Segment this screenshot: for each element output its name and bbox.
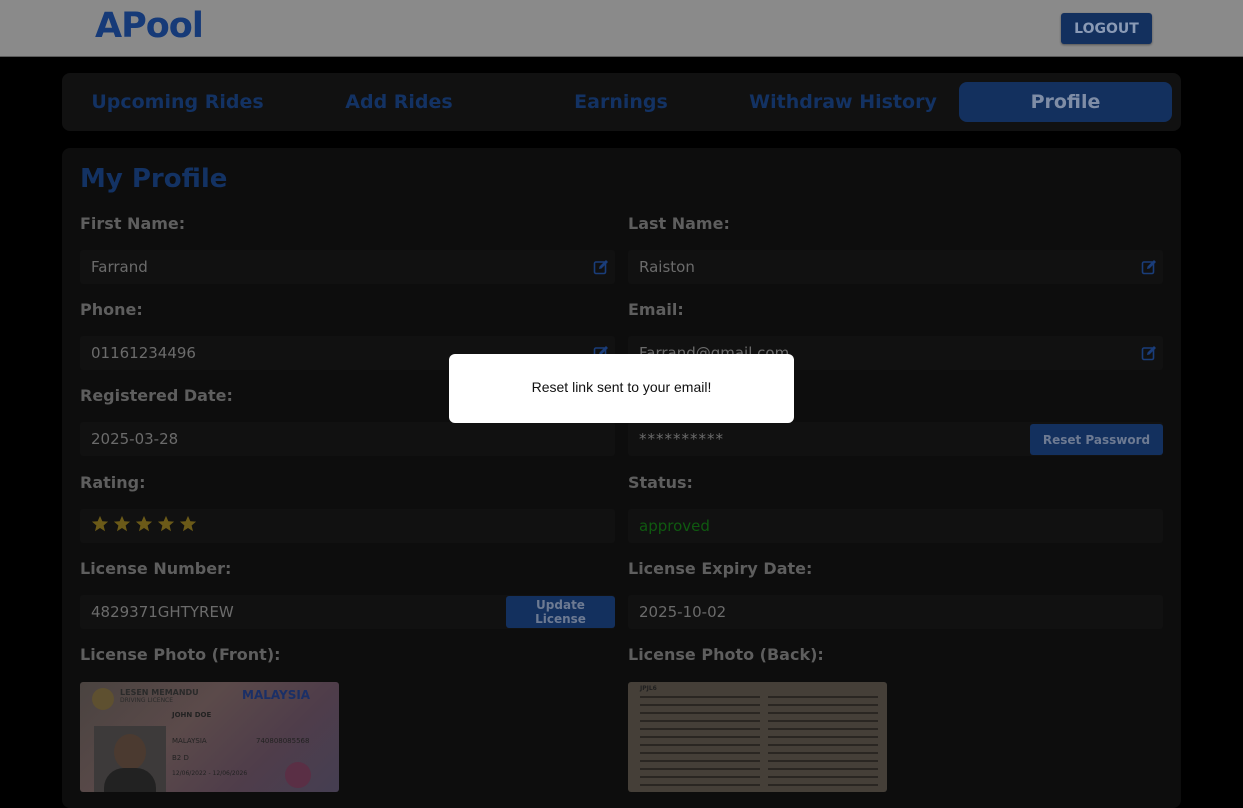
- license-country-text: MALAYSIA: [242, 688, 311, 702]
- status-value: approved: [639, 517, 710, 535]
- edit-icon[interactable]: [593, 259, 609, 275]
- page-title: My Profile: [80, 164, 228, 194]
- nav-tabs: Upcoming Rides Add Rides Earnings Withdr…: [62, 73, 1181, 131]
- status-label: Status:: [628, 473, 693, 492]
- first-name-value: Farrand: [91, 258, 148, 276]
- first-name-field[interactable]: Farrand: [80, 250, 615, 284]
- logout-button[interactable]: LOGOUT: [1061, 13, 1152, 44]
- flower-icon: [285, 762, 311, 788]
- modal-message: Reset link sent to your email!: [531, 379, 712, 395]
- edit-icon[interactable]: [1141, 345, 1157, 361]
- last-name-label: Last Name:: [628, 214, 730, 233]
- top-header: APool LOGOUT: [0, 0, 1243, 57]
- license-number-label: License Number:: [80, 559, 232, 578]
- tab-upcoming-rides[interactable]: Upcoming Rides: [62, 82, 293, 122]
- app-logo[interactable]: APool: [95, 6, 204, 46]
- crest-icon: [92, 688, 114, 710]
- last-name-value: Raiston: [639, 258, 695, 276]
- license-expiry-label: License Expiry Date:: [628, 559, 813, 578]
- license-class: B2 D: [172, 754, 189, 762]
- star-icon: [91, 515, 109, 532]
- star-icon: [135, 515, 153, 532]
- password-value: **********: [639, 430, 724, 448]
- license-id-number: 740808085568: [256, 737, 310, 745]
- last-name-field[interactable]: Raiston: [628, 250, 1163, 284]
- phone-label: Phone:: [80, 300, 143, 319]
- rating-label: Rating:: [80, 473, 146, 492]
- tab-add-rides[interactable]: Add Rides: [293, 82, 505, 122]
- license-holder-name: JOHN DOE: [172, 711, 212, 719]
- rating-stars: [91, 515, 197, 533]
- license-expiry-value: 2025-10-02: [639, 603, 727, 621]
- star-icon: [113, 515, 131, 532]
- license-back-photo[interactable]: JPJL6: [628, 682, 887, 792]
- status-field: approved: [628, 509, 1163, 543]
- notification-modal[interactable]: Reset link sent to your email!: [449, 354, 794, 423]
- phone-value: 01161234496: [91, 344, 196, 362]
- first-name-label: First Name:: [80, 214, 186, 233]
- registered-date-field: 2025-03-28: [80, 422, 615, 456]
- license-subheader-text: DRIVING LICENCE: [120, 697, 174, 704]
- license-front-label: License Photo (Front):: [80, 645, 281, 664]
- license-back-label: License Photo (Back):: [628, 645, 824, 664]
- license-expiry-field: 2025-10-02: [628, 595, 1163, 629]
- registered-date-value: 2025-03-28: [91, 430, 179, 448]
- license-validity: 12/06/2022 - 12/06/2026: [172, 770, 248, 777]
- edit-icon[interactable]: [1141, 259, 1157, 275]
- reset-password-button[interactable]: Reset Password: [1030, 424, 1163, 455]
- license-holder-photo: [94, 726, 166, 792]
- tab-withdraw-history[interactable]: Withdraw History: [734, 82, 952, 122]
- registered-date-label: Registered Date:: [80, 386, 233, 405]
- star-icon: [157, 515, 175, 532]
- license-number-value: 4829371GHTYREW: [91, 603, 234, 621]
- star-icon: [179, 515, 197, 532]
- license-front-photo[interactable]: LESEN MEMANDU DRIVING LICENCE MALAYSIA J…: [80, 682, 339, 792]
- update-license-button[interactable]: Update License: [506, 596, 615, 628]
- email-label: Email:: [628, 300, 684, 319]
- tab-earnings[interactable]: Earnings: [512, 82, 730, 122]
- license-nationality: MALAYSIA: [172, 737, 207, 745]
- license-header-text: LESEN MEMANDU: [120, 688, 199, 697]
- tab-profile[interactable]: Profile: [959, 82, 1172, 122]
- rating-field: [80, 509, 615, 543]
- license-back-header: JPJL6: [640, 685, 657, 692]
